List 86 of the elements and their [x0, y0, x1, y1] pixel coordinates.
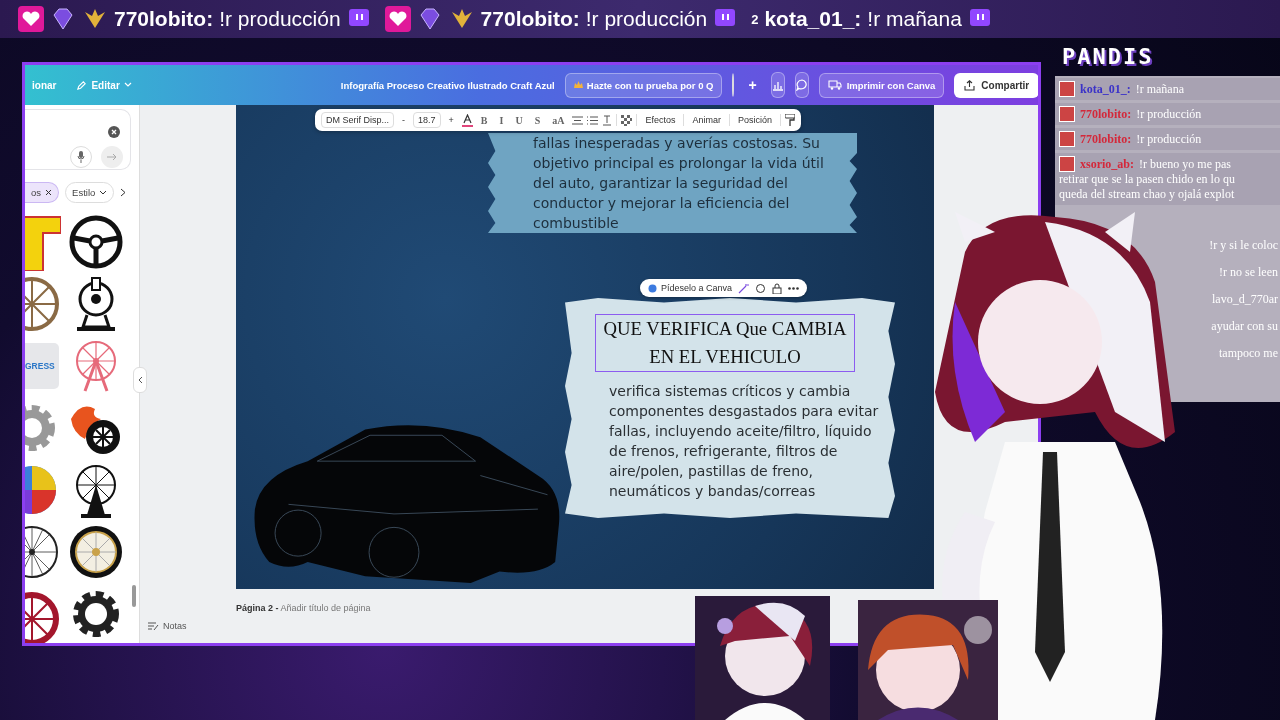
align-center-icon[interactable]: [572, 115, 584, 125]
arrow-icon: [107, 153, 117, 161]
comment-icon: [795, 79, 808, 91]
chat-username: kota_01_:: [764, 7, 862, 31]
print-button[interactable]: Imprimir con Canva: [818, 72, 945, 98]
thumbnail-graphic[interactable]: GRESS: [25, 343, 59, 389]
scrollbar[interactable]: [132, 585, 136, 607]
increase-size-button[interactable]: +: [444, 113, 458, 127]
chat-message: !r y si le coloc: [1209, 238, 1278, 253]
heart-badge-icon: [18, 6, 44, 32]
notes-icon: [148, 621, 159, 631]
document-title[interactable]: Infografía Proceso Creativo Ilustrado Craft Azul: [340, 79, 555, 91]
notes-button[interactable]: Notas: [148, 621, 187, 631]
card-text[interactable]: fallas inesperadas y averías costosas. Su objetivo principal es prolongar la vida útil del auto, garantizar la seguridad del conductor y mejorar la eficiencia del combustible: [533, 133, 837, 233]
paint-roller-icon[interactable]: [785, 113, 795, 127]
microphone-icon: [77, 151, 85, 163]
toolbar-button[interactable]: Posición: [733, 113, 776, 127]
badge-count: 2: [751, 11, 759, 27]
close-icon: [45, 189, 53, 196]
format-button[interactable]: S: [530, 112, 545, 128]
clear-button[interactable]: [108, 126, 120, 138]
more-icon[interactable]: [788, 286, 800, 290]
heart-badge-icon: [384, 6, 411, 32]
chat-message: !r mañana: [867, 7, 962, 31]
chat-message: !r mañana: [1135, 81, 1184, 97]
wheel-icon[interactable]: [67, 523, 125, 581]
pencil-icon: [76, 79, 88, 91]
share-button[interactable]: Compartir: [954, 72, 1038, 98]
font-size-field[interactable]: 18.7: [413, 112, 441, 128]
chat-message: tampoco me: [1219, 346, 1278, 361]
toolbar-button[interactable]: Efectos: [641, 113, 680, 127]
add-button[interactable]: +: [744, 77, 761, 93]
truck-icon: [827, 80, 842, 90]
text-card[interactable]: fallas inesperadas y averías costosas. Su objetivo principal es prolongar la vida útil del auto, garantizar la seguridad del conductor y mejorar la eficiencia del combustible: [488, 133, 857, 233]
caret-icon: [99, 190, 108, 195]
analytics-button[interactable]: [770, 72, 785, 98]
filter-chip[interactable]: Estilo: [65, 182, 115, 203]
filter-chip[interactable]: os: [25, 182, 60, 203]
decrease-size-button[interactable]: -: [398, 113, 409, 127]
steering-wheel-icon[interactable]: [67, 213, 125, 271]
chat-message: !r no se leen: [1219, 265, 1278, 280]
chat-message: !r bueno yo me pas: [1139, 156, 1231, 172]
format-button[interactable]: U: [511, 112, 527, 128]
bar-chart-icon: [771, 79, 784, 91]
chat-message: !r producción: [1136, 131, 1202, 147]
trial-button[interactable]: Hazte con tu prueba por 0 Q: [564, 72, 723, 98]
ask-ai-button[interactable]: Pídeselo a Canva: [648, 283, 733, 293]
magic-pen-icon[interactable]: [738, 282, 750, 294]
chat-message: !r producción: [219, 7, 341, 31]
upload-icon: [964, 79, 976, 91]
toolbar-button[interactable]: Animar: [688, 113, 725, 127]
chat-message: retirar que se la pasen chido en lo qu: [1059, 172, 1236, 187]
transparency-icon[interactable]: [621, 114, 633, 126]
format-button[interactable]: B: [476, 112, 492, 128]
crown-icon: [573, 81, 583, 89]
chevron-right-icon[interactable]: [120, 188, 127, 197]
format-button[interactable]: aA: [548, 112, 569, 128]
search-field[interactable]: [25, 109, 131, 170]
page-title[interactable]: Página 2 - Añadir título de página: [236, 603, 371, 613]
text-color-icon[interactable]: [461, 113, 473, 127]
chevron-left-icon: [137, 376, 143, 384]
design-page[interactable]: [236, 105, 934, 589]
chat-username: 770lobito:: [114, 7, 214, 31]
chat-message: !r producción: [585, 7, 708, 31]
comment-icon[interactable]: [755, 282, 767, 294]
caret-icon: [123, 82, 132, 88]
channel-logo: PANDIS: [1062, 44, 1154, 69]
microphone-button[interactable]: [70, 146, 92, 168]
heading-text[interactable]: QUE VERIFICA Que CAMBIA EN EL VEHICULO: [595, 314, 855, 372]
chat-message: queda del stream chao y ojalá explot: [1059, 187, 1236, 202]
chat-username: kota_01_:: [1080, 81, 1131, 97]
chat-username: 770lobito:: [1080, 106, 1132, 122]
format-button[interactable]: I: [495, 112, 508, 128]
lock-icon[interactable]: [772, 282, 783, 294]
list-icon[interactable]: [587, 115, 599, 125]
chat-message: !r producción: [1136, 106, 1202, 122]
comment-button[interactable]: [794, 72, 809, 98]
chat-username: 770lobito:: [480, 7, 580, 31]
chat-message: ayudar con su: [1211, 319, 1278, 334]
circle-icon: [648, 283, 657, 293]
chat-username: xsorio_ab:: [1080, 156, 1134, 172]
chat-username: 770lobito:: [1080, 131, 1132, 147]
body-text[interactable]: verifica sistemas críticos y cambia componentes desgastados para evitar fallas, incluyendo aceite/filtro, líquido de frenos, refrigerante, filtros de aire/polen, pastillas de freno, neumáticos y bandas/correas: [609, 381, 879, 501]
chat-message: lavo_d_770ar: [1212, 292, 1278, 307]
text-card[interactable]: [565, 298, 895, 518]
font-dropdown[interactable]: DM Serif Disp...: [321, 112, 394, 128]
